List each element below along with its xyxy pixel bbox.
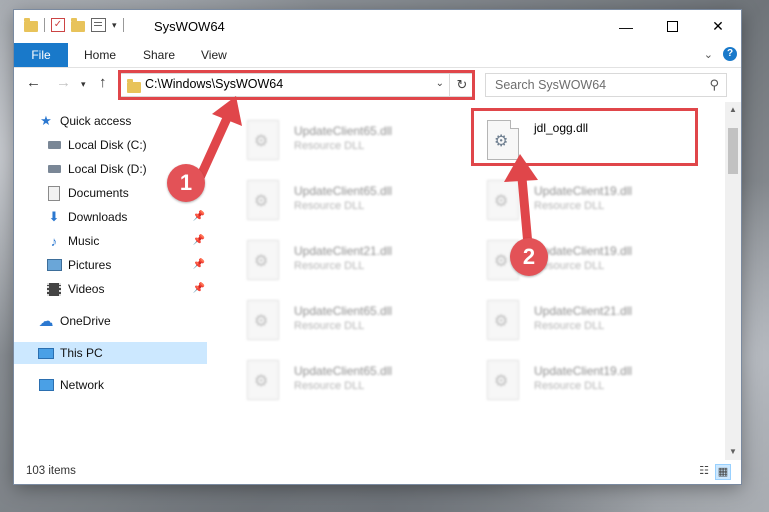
maximize-button[interactable] xyxy=(649,10,695,43)
cloud-icon: ☁ xyxy=(38,313,54,330)
customize-toolbar-dropdown-icon[interactable]: ▾ xyxy=(112,20,117,31)
sidebar-item-network[interactable]: Network xyxy=(38,374,231,396)
scroll-up-icon[interactable]: ▲ xyxy=(725,102,741,118)
window-title: SysWOW64 xyxy=(154,19,225,34)
network-icon xyxy=(38,378,54,392)
dll-file-icon xyxy=(247,360,279,400)
search-icon[interactable]: ⚲ xyxy=(709,77,719,93)
sidebar-item-label: Documents xyxy=(68,186,129,200)
sidebar-item-pictures[interactable]: Pictures 📌 xyxy=(46,254,207,276)
computer-icon xyxy=(38,346,54,360)
tab-view[interactable]: View xyxy=(201,43,227,67)
search-placeholder: Search SysWOW64 xyxy=(495,78,607,92)
details-view-icon[interactable]: ☷ xyxy=(697,464,711,478)
file-item[interactable]: UpdateClient21.dll Resource DLL xyxy=(239,236,459,284)
sidebar-item-label: This PC xyxy=(60,346,103,360)
documents-icon xyxy=(46,185,62,201)
scroll-down-icon[interactable]: ▼ xyxy=(725,444,741,460)
expand-ribbon-chevron-icon[interactable]: ⌄ xyxy=(704,48,713,61)
minimize-button[interactable]: — xyxy=(603,10,649,43)
large-icons-view-icon[interactable]: ▦ xyxy=(715,464,731,480)
recent-locations-chevron-icon[interactable]: ▾ xyxy=(81,79,86,90)
sidebar-item-label: Pictures xyxy=(68,258,112,272)
folder-icon[interactable] xyxy=(24,17,38,32)
sidebar-item-label: Videos xyxy=(68,282,105,296)
sidebar-item-this-pc[interactable]: This PC xyxy=(14,342,207,364)
sidebar-item-label: Local Disk (D:) xyxy=(68,162,147,176)
ribbon: File Home Share View ⌄ ? xyxy=(14,43,741,68)
properties-icon[interactable] xyxy=(91,18,106,32)
dll-file-icon xyxy=(247,120,279,160)
item-count: 103 items xyxy=(26,465,76,477)
sidebar-item-label: Downloads xyxy=(68,210,128,224)
sidebar-item-videos[interactable]: Videos 📌 xyxy=(46,278,207,300)
search-input[interactable]: Search SysWOW64 ⚲ xyxy=(485,73,727,97)
ribbon-controls: ⌄ ? xyxy=(704,47,737,61)
drive-icon xyxy=(46,138,62,152)
dll-file-icon xyxy=(247,180,279,220)
dll-file-icon xyxy=(487,300,519,340)
step-badge-1: 1 xyxy=(167,164,205,202)
close-icon: ✕ xyxy=(712,18,724,34)
sidebar-item-onedrive[interactable]: ☁ OneDrive xyxy=(38,310,231,332)
file-item[interactable]: UpdateClient19.dll Resource DLL xyxy=(479,356,699,404)
sidebar-item-label: Music xyxy=(68,234,100,248)
dll-file-icon xyxy=(247,300,279,340)
music-icon: ♪ xyxy=(50,233,58,249)
tab-share[interactable]: Share xyxy=(143,43,175,67)
help-icon[interactable]: ? xyxy=(723,47,737,61)
sidebar-item-label: OneDrive xyxy=(60,314,111,328)
dll-file-icon xyxy=(247,240,279,280)
checkmark-icon[interactable]: ✓ xyxy=(51,18,65,32)
minimize-icon: — xyxy=(619,18,633,35)
sidebar-item-music[interactable]: ♪ Music 📌 xyxy=(46,230,207,252)
toolbar-separator xyxy=(44,18,45,32)
quick-access-toolbar: ✓ ▾ xyxy=(24,17,124,32)
drive-icon xyxy=(46,162,62,176)
scrollbar-thumb[interactable] xyxy=(728,128,738,174)
close-button[interactable]: ✕ xyxy=(695,10,741,43)
pin-icon[interactable]: 📌 xyxy=(193,283,205,294)
title-bar: ✓ ▾ SysWOW64 — ✕ xyxy=(14,10,741,43)
sidebar-item-label: Quick access xyxy=(60,114,132,128)
vertical-scrollbar[interactable]: ▲ ▼ xyxy=(725,102,741,460)
file-item[interactable]: UpdateClient21.dll Resource DLL xyxy=(479,296,699,344)
file-item[interactable]: UpdateClient65.dll Resource DLL xyxy=(239,176,459,224)
file-item[interactable]: UpdateClient65.dll Resource DLL xyxy=(239,296,459,344)
pictures-icon xyxy=(46,258,62,272)
star-icon: ★ xyxy=(40,113,52,128)
sidebar-item-label: Local Disk (C:) xyxy=(68,138,147,152)
pin-icon[interactable]: 📌 xyxy=(193,259,205,270)
dll-file-icon xyxy=(487,360,519,400)
file-item[interactable]: UpdateClient65.dll Resource DLL xyxy=(239,356,459,404)
pin-icon[interactable]: 📌 xyxy=(193,235,205,246)
arrow-2-icon xyxy=(504,154,538,250)
up-arrow-icon[interactable]: ↑ xyxy=(99,74,107,91)
videos-icon xyxy=(46,282,62,296)
view-toggle: ☷ ▦ xyxy=(697,464,731,480)
maximize-icon xyxy=(666,21,678,32)
sidebar-item-downloads[interactable]: ⬇ Downloads 📌 xyxy=(46,206,207,228)
back-arrow-icon[interactable]: ← xyxy=(26,74,41,91)
new-folder-icon[interactable] xyxy=(71,17,85,32)
file-item[interactable]: UpdateClient65.dll Resource DLL xyxy=(239,116,459,164)
step-badge-2: 2 xyxy=(510,238,548,276)
download-icon: ⬇ xyxy=(48,209,60,224)
toolbar-separator xyxy=(122,18,124,32)
pin-icon[interactable]: 📌 xyxy=(193,211,205,222)
forward-arrow-icon[interactable]: → xyxy=(56,74,71,91)
tab-home[interactable]: Home xyxy=(84,43,116,67)
address-bar-highlight xyxy=(118,70,475,100)
tab-file[interactable]: File xyxy=(14,43,68,67)
sidebar-item-label: Network xyxy=(60,378,105,392)
status-bar: 103 items ☷ ▦ xyxy=(14,460,741,484)
